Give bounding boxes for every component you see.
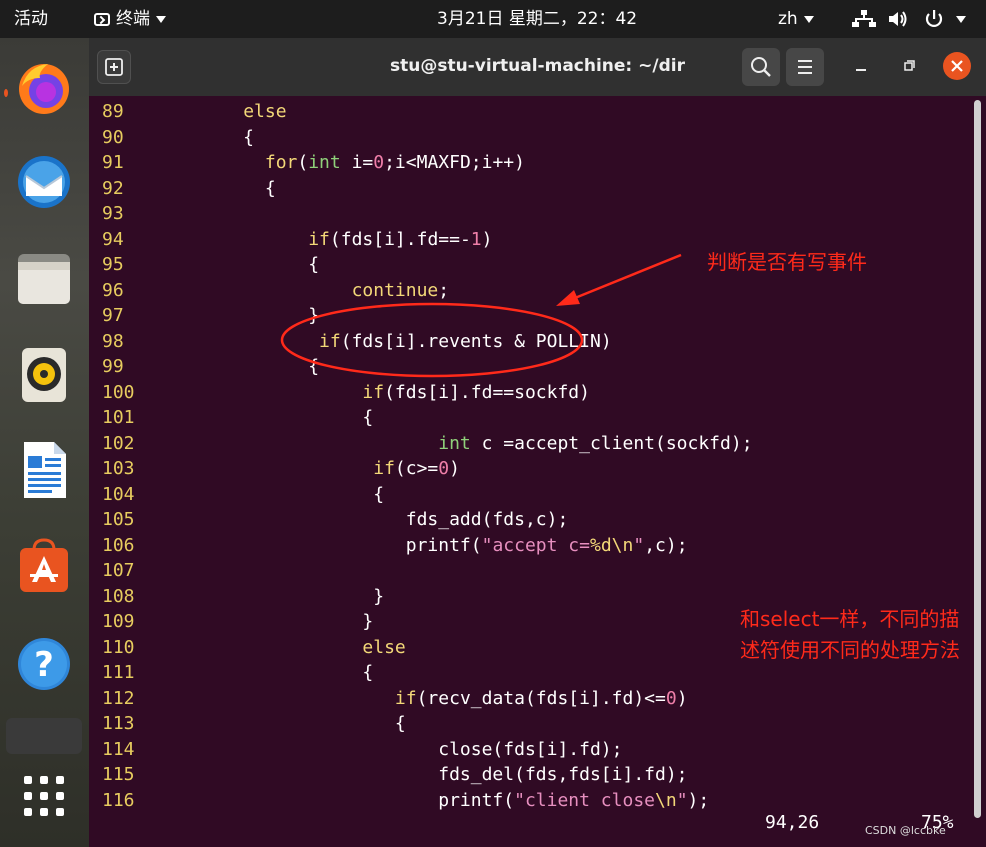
annotation-note-line2: 述符使用不同的处理方法 [740,638,960,662]
arrow-line [569,253,682,302]
watermark: CSDN @lccbke [865,824,946,837]
annotation-write-event: 判断是否有写事件 [707,250,867,274]
highlight-ellipse [280,302,584,378]
annotation-layer [280,253,682,378]
annotation-note-line1: 和select一样，不同的描 [740,607,960,631]
arrow-head [556,290,580,306]
